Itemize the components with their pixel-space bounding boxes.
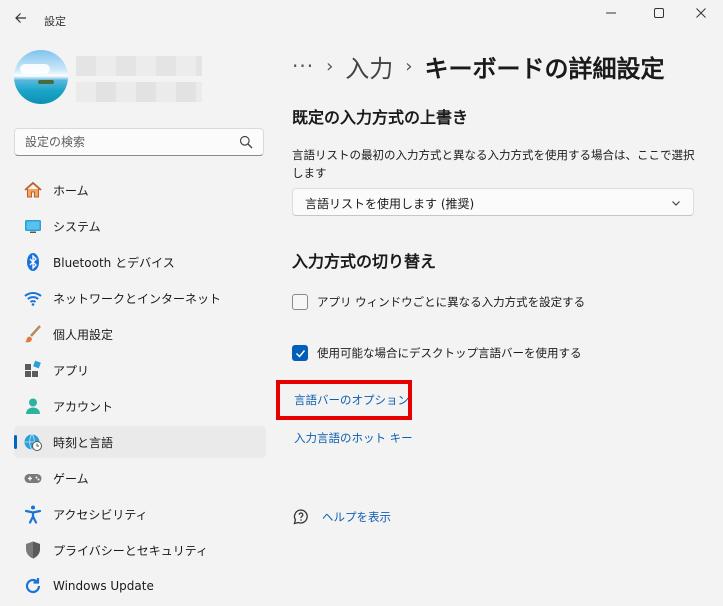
sidebar-item-bluetooth[interactable]: Bluetooth とデバイス	[14, 246, 266, 278]
sidebar-item-gaming[interactable]: ゲーム	[14, 462, 266, 494]
checkbox-label: 使用可能な場合にデスクトップ言語バーを使用する	[317, 346, 582, 360]
sidebar-item-accessibility[interactable]: アクセシビリティ	[14, 498, 266, 530]
sidebar-item-time-language[interactable]: 時刻と言語	[14, 426, 266, 458]
checkbox-label: アプリ ウィンドウごとに異なる入力方式を設定する	[317, 295, 586, 309]
per-app-input-method-row: アプリ ウィンドウごとに異なる入力方式を設定する	[292, 294, 585, 310]
override-description: 言語リストの最初の入力方式と異なる入力方式を使用する場合は、ここで選択します	[292, 148, 695, 180]
minimize-icon	[606, 12, 616, 14]
help-label: ヘルプを表示	[322, 510, 391, 524]
sidebar-item-label: ゲーム	[53, 471, 89, 486]
home-icon	[22, 179, 44, 201]
help-chat-icon	[293, 509, 308, 525]
app-title: 設定	[44, 15, 66, 28]
sidebar-item-windows-update[interactable]: Windows Update	[14, 570, 266, 602]
breadcrumb-link-input[interactable]: 入力	[345, 49, 393, 84]
sidebar-item-label: アクセシビリティ	[53, 507, 148, 522]
sidebar-item-label: Windows Update	[53, 579, 154, 593]
update-icon	[22, 575, 44, 597]
section-heading-override: 既定の入力方式の上書き	[292, 108, 469, 127]
search-input[interactable]	[15, 129, 235, 155]
sidebar-item-label: プライバシーとセキュリティ	[53, 543, 209, 558]
page-title: キーボードの詳細設定	[424, 54, 665, 83]
input-language-hotkeys-link[interactable]: 入力言語のホット キー	[294, 430, 413, 446]
gamepad-icon	[22, 467, 44, 489]
sidebar-nav: ホーム システム Bluetooth とデバイス ネットワークとインターネット …	[14, 174, 266, 606]
arrow-left-icon	[15, 13, 26, 23]
breadcrumb-separator: ›	[405, 55, 413, 77]
search-icon	[239, 135, 253, 149]
sidebar-item-privacy[interactable]: プライバシーとセキュリティ	[14, 534, 266, 566]
get-help-link[interactable]: ヘルプを表示	[292, 508, 391, 526]
close-icon	[696, 8, 706, 18]
breadcrumb-overflow-button[interactable]: ···	[292, 54, 314, 78]
globe-clock-icon	[22, 431, 44, 453]
bluetooth-icon	[22, 251, 44, 273]
avatar-island	[38, 80, 54, 84]
avatar-cloud	[20, 64, 50, 74]
sidebar-item-accounts[interactable]: アカウント	[14, 390, 266, 422]
desktop-language-bar-row: 使用可能な場合にデスクトップ言語バーを使用する	[292, 345, 582, 361]
sidebar-item-label: ネットワークとインターネット	[53, 291, 222, 306]
sidebar-item-label: アカウント	[53, 399, 114, 414]
maximize-button[interactable]	[644, 4, 674, 24]
sidebar-item-label: アプリ	[53, 363, 90, 378]
language-bar-options-link[interactable]: 言語バーのオプション	[294, 392, 409, 408]
maximize-icon	[654, 8, 664, 18]
chevron-down-icon	[672, 201, 680, 206]
per-app-input-method-checkbox[interactable]	[292, 294, 308, 310]
close-button[interactable]	[686, 4, 716, 24]
monitor-icon	[22, 215, 44, 237]
minimize-button[interactable]	[596, 4, 626, 24]
apps-icon	[22, 359, 44, 381]
breadcrumb-separator: ›	[326, 55, 334, 77]
blurred-user-name	[76, 56, 202, 76]
shield-icon	[22, 539, 44, 561]
search-box[interactable]	[14, 128, 264, 156]
input-method-override-dropdown[interactable]: 言語リストを使用します (推奨)	[292, 188, 694, 216]
sidebar-item-apps[interactable]: アプリ	[14, 354, 266, 386]
checkmark-icon	[295, 349, 305, 358]
sidebar-item-label: システム	[53, 219, 101, 234]
desktop-language-bar-checkbox[interactable]	[292, 345, 308, 361]
sidebar-item-label: ホーム	[53, 183, 89, 198]
sidebar-item-network[interactable]: ネットワークとインターネット	[14, 282, 266, 314]
sidebar-item-system[interactable]: システム	[14, 210, 266, 242]
dropdown-selected-value: 言語リストを使用します (推奨)	[305, 197, 475, 211]
sidebar-item-label: 時刻と言語	[53, 435, 114, 450]
person-icon	[22, 395, 44, 417]
wifi-icon	[22, 287, 44, 309]
title-bar: 設定	[0, 0, 723, 40]
brush-icon	[22, 323, 44, 345]
sidebar-item-personalization[interactable]: 個人用設定	[14, 318, 266, 350]
section-heading-switching: 入力方式の切り替え	[292, 252, 437, 271]
avatar[interactable]	[14, 50, 68, 104]
breadcrumb: ··· › 入力 › キーボードの詳細設定	[292, 48, 664, 84]
sidebar-item-label: 個人用設定	[53, 327, 114, 342]
accessibility-icon	[22, 503, 44, 525]
back-button[interactable]	[10, 10, 32, 30]
sidebar-item-home[interactable]: ホーム	[14, 174, 266, 206]
sidebar-item-label: Bluetooth とデバイス	[53, 255, 175, 270]
blurred-user-email	[76, 82, 202, 102]
